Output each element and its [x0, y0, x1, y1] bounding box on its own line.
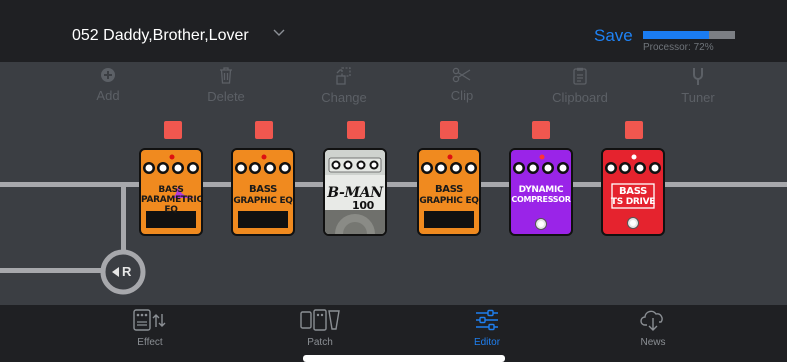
pedal-dynamic-compressor[interactable]: DYNAMIC COMPRESSOR — [509, 148, 573, 236]
home-indicator — [303, 355, 505, 362]
return-cable-vertical — [121, 182, 126, 252]
clip-label: Clip — [450, 88, 474, 103]
chevron-down-icon[interactable] — [273, 29, 285, 37]
add-button[interactable]: Add — [63, 67, 153, 103]
pedal-label-line1: BASS — [618, 186, 648, 197]
tab-editor-label: Editor — [473, 337, 501, 348]
clip-button[interactable]: Clip — [417, 67, 507, 103]
clipboard-icon — [573, 67, 587, 85]
tab-effect-label: Effect — [137, 337, 163, 348]
processor-label: Processor: 72% — [643, 42, 714, 53]
effect-icon — [133, 309, 166, 331]
amp-b-man-100[interactable]: B-MAN 100 — [323, 148, 387, 236]
pedal-label-line2: GRAPHIC EQ — [419, 196, 479, 206]
change-label: Change — [321, 90, 367, 105]
pedal-select-3[interactable] — [347, 121, 365, 139]
tab-news-label: News — [640, 337, 666, 348]
processor-meter-fill — [643, 31, 710, 39]
pedal-label-line2: GRAPHIC EQ — [233, 196, 293, 206]
add-label: Add — [96, 88, 120, 103]
pedal-select-5[interactable] — [532, 121, 550, 139]
plus-circle-icon — [101, 68, 115, 82]
pedal-select-1[interactable] — [164, 121, 182, 139]
pedal-select-6[interactable] — [625, 121, 643, 139]
sliders-icon — [476, 309, 498, 331]
tuner-button[interactable]: Tuner — [653, 67, 743, 105]
tab-editor[interactable]: Editor — [447, 309, 527, 348]
cloud-download-icon — [640, 310, 663, 331]
trash-icon — [220, 67, 232, 84]
pedal-bass-parametric-eq[interactable]: BASS PARAMETRIC EQ — [139, 148, 203, 236]
return-node[interactable]: R — [100, 249, 146, 295]
tab-news[interactable]: News — [613, 309, 693, 348]
pedal-label-line2: COMPRESSOR — [511, 195, 571, 204]
tab-patch-label: Patch — [307, 337, 333, 348]
save-button[interactable]: Save — [594, 26, 633, 46]
tuning-fork-icon — [693, 68, 703, 85]
delete-button[interactable]: Delete — [181, 67, 271, 104]
pedal-label-line2: PARAMETRIC EQ — [141, 195, 203, 215]
clipboard-button[interactable]: Clipboard — [535, 67, 625, 105]
pedal-select-2[interactable] — [255, 121, 273, 139]
pedal-bass-graphic-eq-2[interactable]: BASS GRAPHIC EQ — [417, 148, 481, 236]
tab-effect[interactable]: Effect — [110, 309, 190, 348]
amp-label-line2: 100 — [351, 199, 375, 212]
return-label: R — [122, 264, 132, 279]
pedal-bass-ts-drive[interactable]: BASS TS DRIVE — [601, 148, 665, 236]
patch-name[interactable]: 052 Daddy,Brother,Lover — [72, 27, 249, 45]
pedal-label-line2: TS DRIVE — [610, 197, 656, 207]
pedal-select-4[interactable] — [440, 121, 458, 139]
tab-patch[interactable]: Patch — [280, 309, 360, 348]
patch-icon — [300, 309, 340, 331]
return-cable-horizontal — [0, 268, 102, 273]
change-button[interactable]: Change — [299, 67, 389, 105]
clipboard-label: Clipboard — [552, 90, 608, 105]
delete-label: Delete — [207, 89, 245, 104]
tuner-label: Tuner — [681, 90, 715, 105]
pedal-label-line1: BASS — [248, 184, 278, 195]
scissors-icon — [452, 67, 471, 83]
signal-cable — [0, 182, 787, 187]
processor-meter — [643, 31, 735, 39]
pedal-label-line1: DYNAMIC — [518, 185, 564, 195]
pedal-bass-graphic-eq[interactable]: BASS GRAPHIC EQ — [231, 148, 295, 236]
swap-icon — [336, 67, 351, 85]
pedal-label-line1: BASS — [158, 185, 184, 195]
pedal-label-line1: BASS — [434, 184, 464, 195]
